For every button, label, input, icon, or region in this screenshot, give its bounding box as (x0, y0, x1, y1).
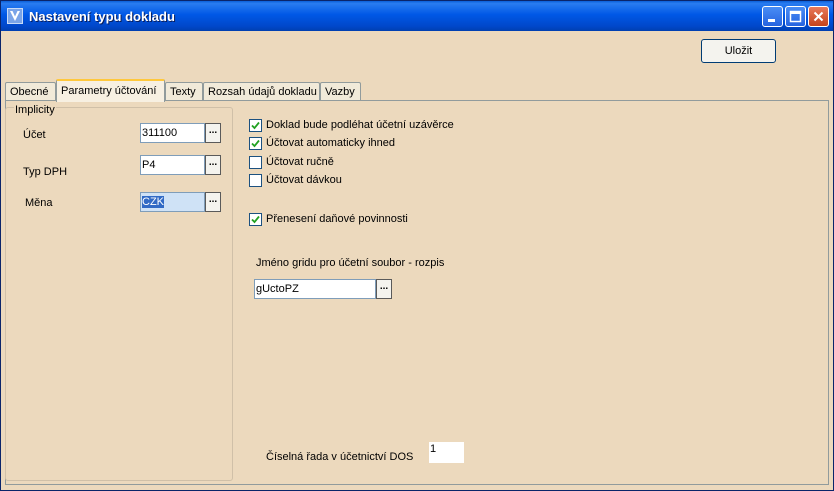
dialog-window: Nastavení typu dokladu Uložit Obecné Par… (0, 0, 834, 491)
davkou-checkbox[interactable] (249, 174, 262, 187)
ucet-field[interactable]: 311100 (140, 123, 205, 143)
dos-series-label: Číselná řada v účetnictví DOS (266, 451, 414, 463)
podlehat-label[interactable]: Doklad bude podléhat účetní uzávěrce (266, 119, 454, 131)
davkou-label[interactable]: Účtovat dávkou (266, 174, 342, 186)
title-bar[interactable]: Nastavení typu dokladu (1, 1, 833, 31)
podlehat-checkbox[interactable] (249, 119, 262, 132)
preneseni-checkbox[interactable] (249, 213, 262, 226)
close-button[interactable] (808, 6, 829, 27)
minimize-button[interactable] (762, 6, 783, 27)
tab-parametry-uctovani[interactable]: Parametry účtování (56, 79, 165, 102)
mena-value: CZK (142, 196, 164, 208)
save-button[interactable]: Uložit (701, 39, 776, 63)
preneseni-label[interactable]: Přenesení daňové povinnosti (266, 213, 408, 225)
dos-series-field[interactable]: 1 (429, 442, 464, 463)
grid-name-label: Jméno gridu pro účetní soubor - rozpis (256, 257, 445, 269)
maximize-button[interactable] (785, 6, 806, 27)
close-icon (813, 11, 824, 22)
app-icon (7, 8, 23, 24)
checkmark-icon (251, 215, 260, 224)
window-title: Nastavení typu dokladu (29, 9, 175, 24)
tab-obecne[interactable]: Obecné (5, 82, 56, 101)
automaticky-checkbox[interactable] (249, 137, 262, 150)
ucet-label: Účet (23, 129, 46, 141)
rucne-checkbox[interactable] (249, 156, 262, 169)
checkmark-icon (251, 121, 260, 130)
typ-dph-field[interactable]: P4 (140, 155, 205, 175)
grid-name-field[interactable]: gUctoPZ (254, 279, 376, 299)
mena-label: Měna (25, 197, 53, 209)
tab-texty[interactable]: Texty (165, 82, 203, 101)
minimize-icon (768, 19, 775, 22)
grid-browse-button[interactable]: ... (376, 279, 392, 299)
tab-vazby[interactable]: Vazby (320, 82, 361, 101)
typ-dph-label: Typ DPH (23, 166, 68, 178)
mena-field[interactable]: CZK (140, 192, 205, 212)
rucne-label[interactable]: Účtovat ručně (266, 156, 334, 168)
mena-browse-button[interactable]: ... (205, 192, 221, 212)
implicity-group-title: Implicity (14, 104, 56, 116)
automaticky-label[interactable]: Účtovat automaticky ihned (266, 137, 395, 149)
checkmark-icon (251, 139, 260, 148)
tab-rozsah-udaju[interactable]: Rozsah údajů dokladu (203, 82, 320, 101)
maximize-icon (789, 10, 802, 23)
ucet-browse-button[interactable]: ... (205, 123, 221, 143)
typ-dph-browse-button[interactable]: ... (205, 155, 221, 175)
